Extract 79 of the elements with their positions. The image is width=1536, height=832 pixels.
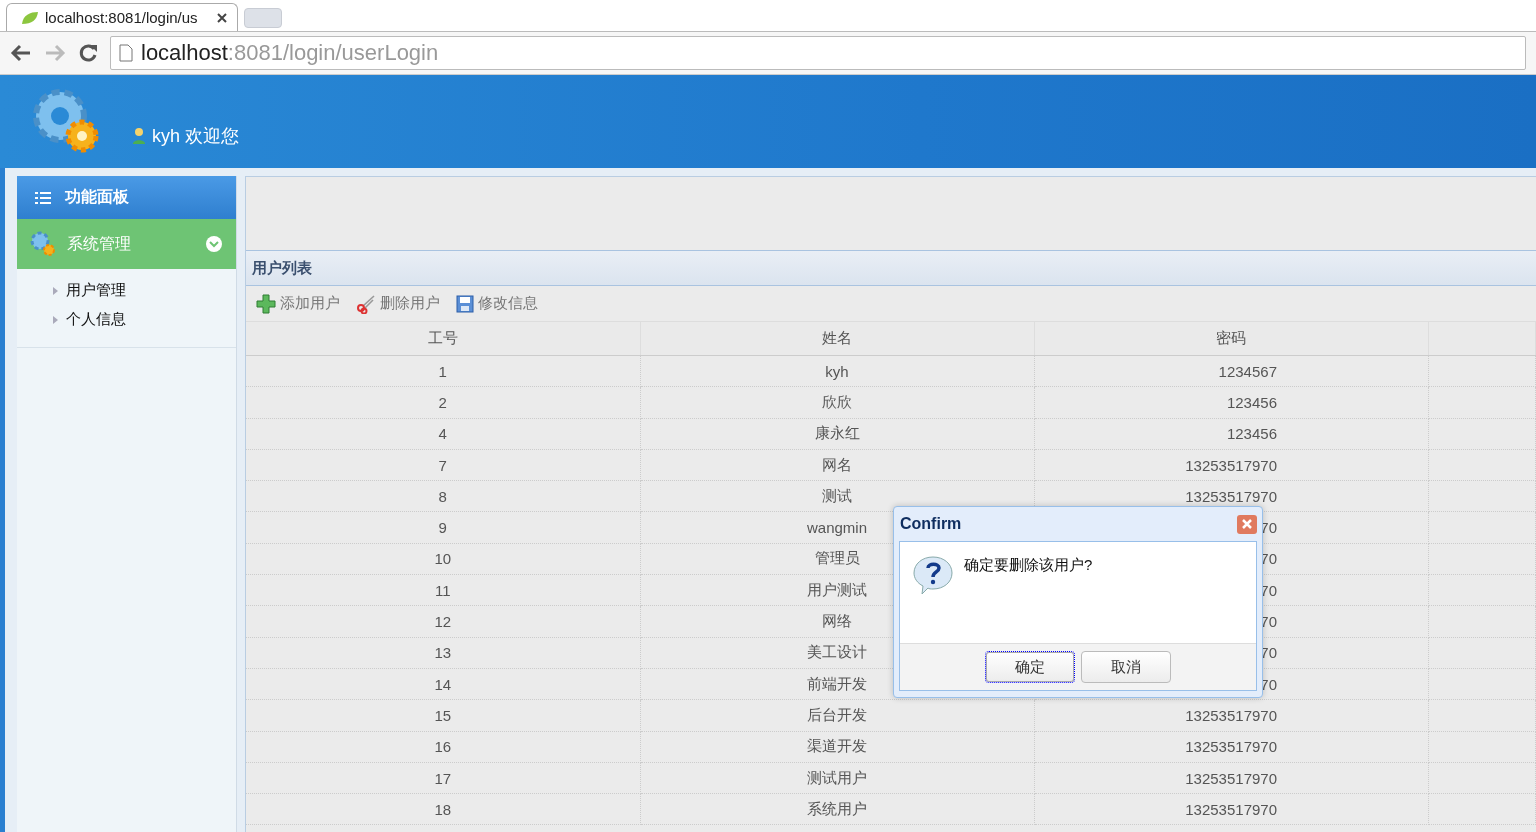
table-cell: 13253517970 xyxy=(1185,487,1277,505)
table-cell: 15 xyxy=(434,706,452,724)
table-cell: 13253517970 xyxy=(1185,706,1277,724)
table-cell: 13 xyxy=(434,644,452,662)
table-cell: 70 xyxy=(1260,675,1277,693)
table-cell: 前端开发 xyxy=(807,674,867,694)
plus-icon xyxy=(256,293,276,314)
dialog-title: Confirm xyxy=(900,515,962,533)
table-cell: 7 xyxy=(438,456,447,474)
table-cell: 17 xyxy=(434,769,452,787)
table-cell: 123456 xyxy=(1226,425,1277,443)
table-cell: 管理员 xyxy=(814,549,860,569)
table-cell: 9 xyxy=(438,519,447,537)
back-icon[interactable] xyxy=(10,44,32,62)
table-cell: 8 xyxy=(438,487,447,505)
list-icon xyxy=(35,190,51,205)
table-cell: 10 xyxy=(434,550,452,568)
table-cell: 渠道开发 xyxy=(807,737,867,757)
table-cell: wangmin xyxy=(807,519,867,537)
triangle-icon xyxy=(53,315,58,324)
sidebar-item[interactable]: 用户管理 xyxy=(53,281,236,300)
table-cell: 1 xyxy=(438,362,447,380)
column-header[interactable]: 姓名 xyxy=(640,322,1034,356)
table-cell: 13253517970 xyxy=(1185,769,1277,787)
table-cell: 系统用户 xyxy=(807,799,867,819)
sidebar-item[interactable]: 个人信息 xyxy=(53,310,236,329)
toolbar-button[interactable]: 修改信息 xyxy=(456,294,538,313)
gears-icon xyxy=(29,230,57,258)
table-cell: 13253517970 xyxy=(1185,738,1277,756)
toolbar-button[interactable]: 添加用户 xyxy=(256,293,340,314)
address-bar[interactable]: localhost:8081/login/userLogin xyxy=(110,36,1526,70)
table-cell: 用户测试 xyxy=(807,580,867,600)
table-cell: 4 xyxy=(438,425,447,443)
table-cell: 欣欣 xyxy=(822,392,852,412)
table-cell: 70 xyxy=(1260,550,1277,568)
scissors-icon xyxy=(356,293,376,314)
close-icon[interactable] xyxy=(217,12,227,23)
table-cell: 网名 xyxy=(822,455,852,475)
question-icon xyxy=(912,554,954,596)
table-cell: 13253517970 xyxy=(1185,800,1277,818)
sidebar-header: 功能面板 xyxy=(17,176,236,219)
table-cell: 70 xyxy=(1260,644,1277,662)
table-cell: 美工设计 xyxy=(807,643,867,663)
table-cell: 16 xyxy=(434,738,452,756)
table-cell: 14 xyxy=(434,675,452,693)
table-cell: 123456 xyxy=(1226,393,1277,411)
forward-icon[interactable] xyxy=(44,44,66,62)
close-icon xyxy=(1241,518,1253,530)
table-cell: 12 xyxy=(434,613,452,630)
table-cell: 测试 xyxy=(822,486,852,506)
page-icon xyxy=(119,44,133,62)
chevron-icon[interactable] xyxy=(206,236,222,252)
table-cell: kyh xyxy=(825,362,849,380)
panel-title: 用户列表 xyxy=(252,258,312,278)
user-icon xyxy=(132,126,146,145)
table-cell: 13253517970 xyxy=(1185,456,1277,474)
toolbar-button[interactable]: 删除用户 xyxy=(356,293,440,314)
triangle-icon xyxy=(53,286,58,295)
table-cell: 1234567 xyxy=(1218,362,1277,380)
close-button[interactable] xyxy=(1237,514,1257,534)
browser-tab[interactable]: localhost:8081/login/us xyxy=(6,3,238,31)
table-cell: 后台开发 xyxy=(807,705,867,725)
table-cell: 70 xyxy=(1260,519,1277,537)
table-cell: 11 xyxy=(434,581,451,599)
table-cell: 康永红 xyxy=(814,424,860,444)
dialog-button[interactable]: 取消 xyxy=(1081,651,1171,683)
table-cell: 测试用户 xyxy=(807,768,867,788)
column-header[interactable]: 密码 xyxy=(1034,322,1428,356)
table-cell: 70 xyxy=(1260,581,1277,599)
welcome-text: kyh 欢迎您 xyxy=(152,124,239,148)
reload-icon[interactable] xyxy=(78,43,98,63)
dialog-button[interactable]: 确定 xyxy=(985,651,1075,683)
dialog-message: 确定要删除该用户? xyxy=(964,556,1093,575)
table-cell: 70 xyxy=(1260,613,1277,630)
table-cell: 2 xyxy=(438,393,447,411)
table-cell: 网络 xyxy=(822,612,852,631)
leaf-icon xyxy=(21,10,39,25)
table-cell: 18 xyxy=(434,800,452,818)
column-header[interactable]: 工号 xyxy=(246,322,640,356)
